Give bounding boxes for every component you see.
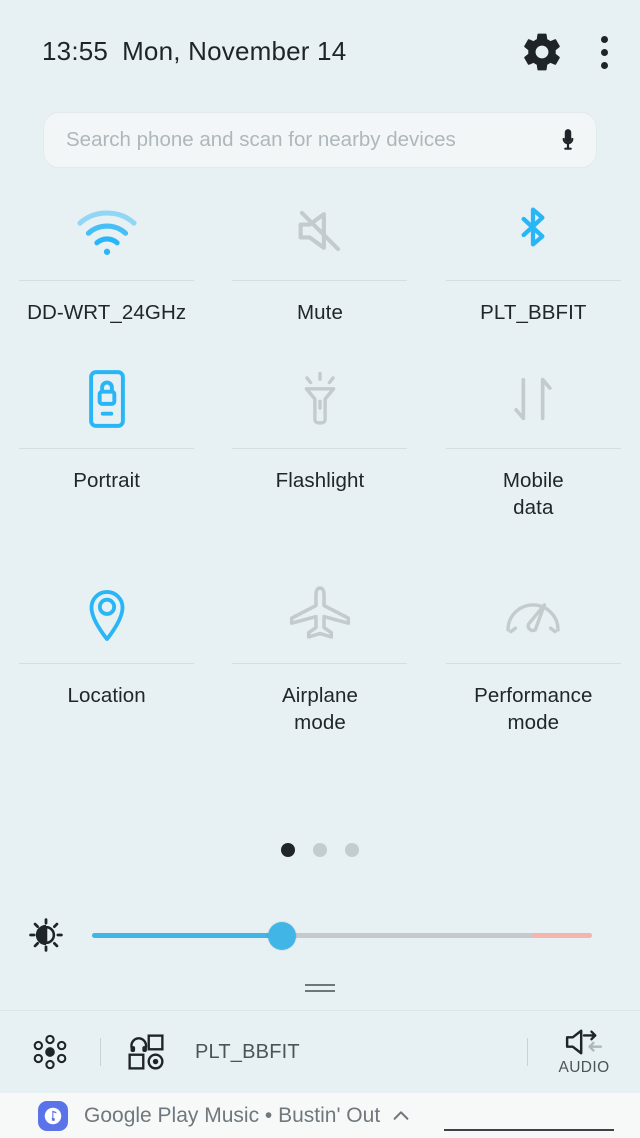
page-dot-1[interactable]: [281, 843, 295, 857]
tile-divider: [445, 448, 621, 449]
quick-connect-hub-icon[interactable]: [0, 1033, 100, 1071]
tile-label-flashlight: Flashlight: [275, 469, 365, 492]
quick-settings-tiles: DD-WRT_24GHz Mute PLT_BBFIT Portrait Fla…: [0, 188, 640, 786]
tile-divider: [19, 280, 195, 281]
slider-fill: [92, 933, 282, 938]
quick-settings-panel: 13:55 Mon, November 14 Search phone and …: [0, 0, 640, 1138]
brightness-control: [0, 905, 640, 965]
kebab-dot: [600, 35, 608, 43]
tile-mute[interactable]: Mute: [213, 188, 426, 356]
tile-divider: [19, 663, 195, 664]
tile-divider: [232, 280, 408, 281]
wifi-icon: [71, 188, 143, 274]
tile-label-portrait: Portrait: [73, 469, 141, 492]
tile-divider: [445, 663, 621, 664]
clock-and-date[interactable]: 13:55 Mon, November 14: [42, 36, 346, 67]
speedometer-icon: [501, 571, 565, 657]
tile-label-mobile-data: Mobile data: [502, 469, 564, 519]
page-dot-2[interactable]: [313, 843, 327, 857]
tile-divider: [445, 280, 621, 281]
rotation-lock-icon: [85, 356, 129, 442]
tile-portrait[interactable]: Portrait: [0, 356, 213, 571]
tile-label-performance-mode: Performance mode: [474, 684, 593, 734]
location-pin-icon: [83, 571, 131, 657]
page-dot-3[interactable]: [345, 843, 359, 857]
tile-label-bluetooth: PLT_BBFIT: [480, 301, 587, 324]
tile-wifi[interactable]: DD-WRT_24GHz: [0, 188, 213, 356]
clock-date: Mon, November 14: [122, 36, 347, 66]
tile-label-wifi: DD-WRT_24GHz: [27, 301, 187, 324]
audio-output-label: AUDIO: [558, 1059, 610, 1076]
audio-output-switch-button[interactable]: AUDIO: [528, 1027, 640, 1077]
status-header: 13:55 Mon, November 14: [0, 0, 640, 96]
connected-devices-icon[interactable]: [101, 1032, 191, 1072]
tile-bluetooth[interactable]: PLT_BBFIT: [427, 188, 640, 356]
gear-icon[interactable]: [520, 30, 564, 74]
tile-divider: [232, 663, 408, 664]
media-notification-text: Google Play Music • Bustin' Out: [84, 1103, 381, 1127]
bluetooth-icon: [511, 188, 555, 274]
drag-handle-line: [305, 984, 335, 986]
tile-location[interactable]: Location: [0, 571, 213, 786]
connected-device-name[interactable]: PLT_BBFIT: [195, 1041, 300, 1064]
drag-handle-line: [305, 990, 335, 992]
tile-row: DD-WRT_24GHz Mute PLT_BBFIT: [0, 188, 640, 356]
chevron-up-icon[interactable]: [390, 1105, 412, 1127]
slider-thumb[interactable]: [268, 922, 296, 950]
kebab-menu-icon[interactable]: [590, 30, 618, 74]
tile-airplane-mode[interactable]: Airplane mode: [213, 571, 426, 786]
page-indicator: [0, 843, 640, 857]
microphone-icon[interactable]: [540, 112, 596, 168]
panel-drag-handle[interactable]: [0, 984, 640, 992]
mobile-data-icon: [504, 356, 562, 442]
tile-label-airplane-mode: Airplane mode: [281, 684, 358, 734]
google-play-music-icon: [38, 1100, 68, 1131]
tile-label-mute: Mute: [296, 301, 343, 324]
brightness-sun-icon[interactable]: [0, 918, 92, 952]
kebab-dot: [600, 61, 608, 69]
tile-divider: [232, 448, 408, 449]
brightness-slider[interactable]: [92, 915, 592, 955]
volume-mute-icon: [289, 188, 351, 274]
kebab-dot: [600, 48, 608, 56]
tile-flashlight[interactable]: Flashlight: [213, 356, 426, 571]
media-notification[interactable]: Google Play Music • Bustin' Out: [0, 1093, 640, 1138]
slider-warning-zone: [532, 933, 592, 938]
tile-label-location: Location: [67, 684, 146, 707]
airplane-icon: [287, 571, 353, 657]
flashlight-icon: [295, 356, 345, 442]
search-bar[interactable]: [43, 112, 597, 168]
bottom-toolbar: PLT_BBFIT AUDIO: [0, 1010, 640, 1093]
header-actions: [520, 30, 618, 74]
tile-row: Portrait Flashlight Mobile data: [0, 356, 640, 571]
clock-time: 13:55: [42, 36, 109, 66]
tile-performance-mode[interactable]: Performance mode: [427, 571, 640, 786]
tile-divider: [19, 448, 195, 449]
notification-divider: [444, 1129, 614, 1131]
tile-mobile-data[interactable]: Mobile data: [427, 356, 640, 571]
search-input[interactable]: [44, 128, 540, 152]
tile-row: Location Airplane mode Performance mode: [0, 571, 640, 786]
